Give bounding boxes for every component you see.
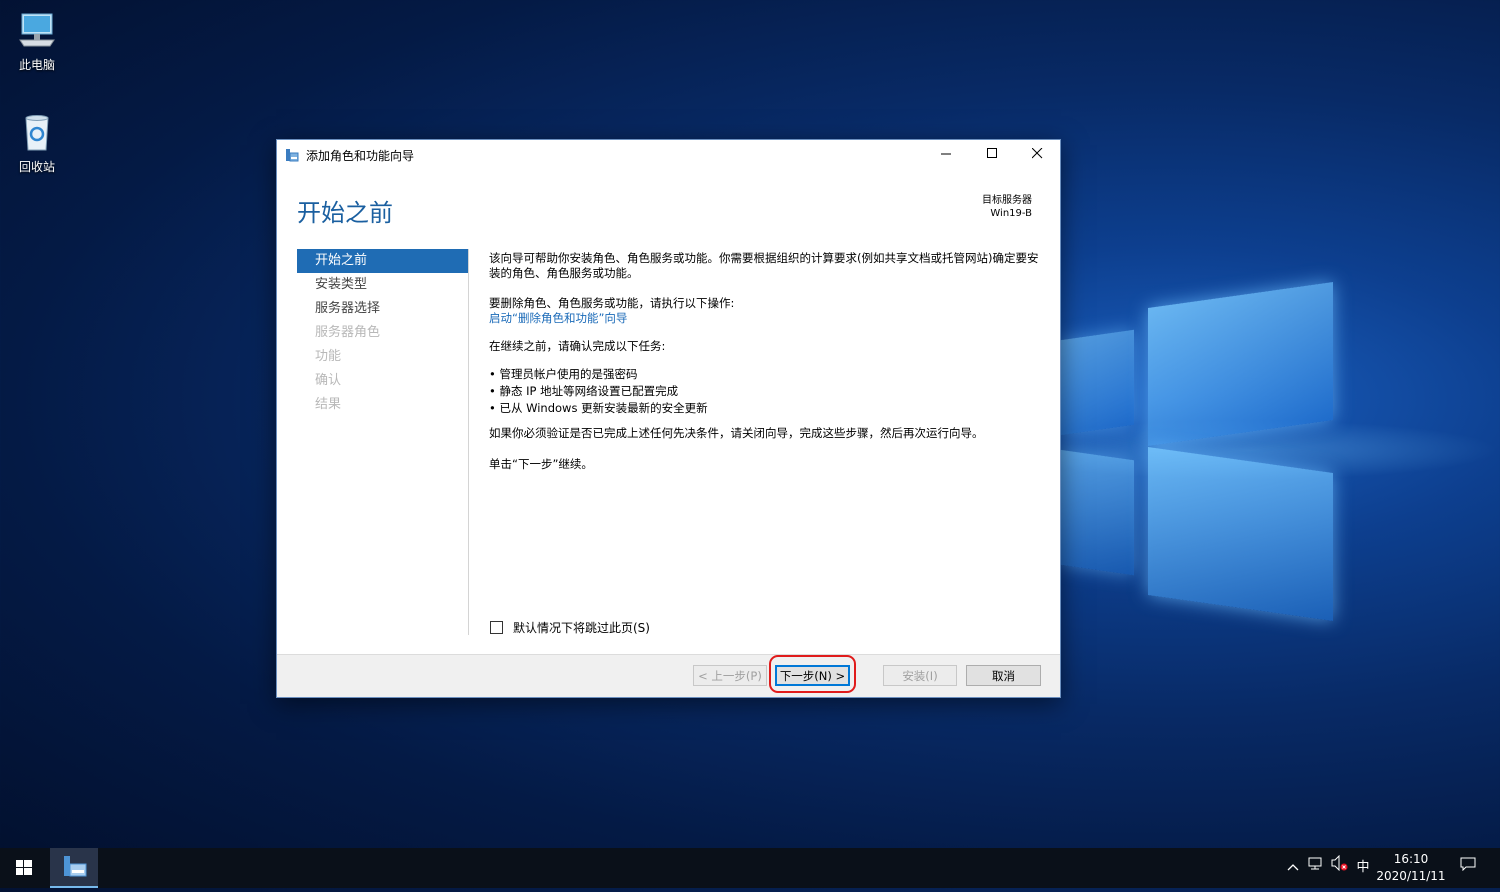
skip-page-label: 默认情况下将跳过此页(S) (513, 621, 650, 635)
install-button[interactable]: 安装(I) (883, 665, 957, 686)
computer-icon (16, 10, 58, 52)
target-server-label: 目标服务器 (982, 195, 1032, 206)
maximize-icon (986, 148, 997, 158)
remove-heading: 要删除角色、角色服务或功能，请执行以下操作: (489, 296, 735, 310)
next-button-highlight (769, 655, 856, 693)
nav-item-before-you-begin[interactable]: 开始之前 (297, 249, 468, 273)
action-center-button[interactable] (1455, 848, 1481, 888)
minimize-icon (940, 153, 951, 155)
add-roles-wizard-window: 添加角色和功能向导 开始之前 目标服务器 Win19-B 开始之前 安装类型 服… (276, 139, 1061, 698)
desktop-icon-this-pc[interactable]: 此电脑 (2, 10, 72, 73)
volume-tray[interactable] (1329, 848, 1351, 888)
show-hidden-icons[interactable] (1283, 848, 1303, 888)
minimize-button[interactable] (923, 140, 969, 168)
volume-muted-icon (1331, 854, 1348, 872)
nav-item-server-roles: 服务器角色 (315, 325, 381, 340)
network-icon (1308, 857, 1322, 870)
prereq-note: 如果你必须验证是否已完成上述任何先决条件，请关闭向导，完成这些步骤，然后再次运行… (489, 426, 984, 440)
wizard-footer: < 上一步(P) 下一步(N) > 安装(I) 取消 (277, 654, 1060, 697)
network-tray[interactable] (1306, 848, 1326, 888)
desktop-icon-recycle-bin[interactable]: 回收站 (2, 112, 72, 175)
task-list: 管理员帐户使用的是强密码 静态 IP 地址等网络设置已配置完成 已从 Windo… (489, 366, 1045, 417)
nav-item-features: 功能 (315, 349, 342, 364)
intro-text: 该向导可帮助你安装角色、角色服务或功能。你需要根据组织的计算要求(例如共享文档或… (489, 251, 1039, 280)
verify-heading: 在继续之前，请确认完成以下任务: (489, 339, 666, 353)
windows-wallpaper-logo (1060, 280, 1340, 625)
page-title: 开始之前 (297, 199, 393, 227)
taskbar-server-manager[interactable] (50, 848, 98, 888)
notification-icon (1460, 857, 1476, 872)
taskbar: 中 16:10 2020/11/11 (0, 848, 1500, 888)
wizard-nav: 开始之前 安装类型 服务器选择 服务器角色 功能 确认 结果 (297, 249, 468, 417)
nav-item-results: 结果 (315, 397, 342, 412)
clock-time: 16:10 (1393, 852, 1429, 866)
remove-roles-link[interactable]: 启动“删除角色和功能”向导 (489, 311, 1045, 326)
nav-item-server-selection[interactable]: 服务器选择 (297, 297, 468, 321)
chevron-up-icon (1287, 864, 1299, 871)
nav-item-installation-type[interactable]: 安装类型 (297, 273, 468, 297)
list-item: 管理员帐户使用的是强密码 (489, 366, 1045, 383)
nav-item-confirmation: 确认 (315, 373, 342, 388)
taskbar-clock[interactable]: 16:10 2020/11/11 (1372, 851, 1450, 885)
list-item: 静态 IP 地址等网络设置已配置完成 (489, 383, 1045, 400)
nav-divider (468, 249, 469, 635)
clock-date: 2020/11/11 (1376, 869, 1446, 883)
target-server-info: 目标服务器 Win19-B (982, 194, 1032, 220)
close-icon (1031, 147, 1042, 159)
window-titlebar[interactable]: 添加角色和功能向导 (277, 140, 1060, 168)
maximize-button[interactable] (969, 140, 1015, 168)
start-button[interactable] (0, 848, 48, 888)
window-title: 添加角色和功能向导 (306, 149, 415, 163)
recycle-bin-icon (16, 112, 58, 154)
server-manager-icon (64, 856, 87, 877)
list-item: 已从 Windows 更新安装最新的安全更新 (489, 400, 1045, 417)
target-server-name: Win19-B (990, 208, 1032, 219)
desktop-icon-label: 此电脑 (18, 58, 55, 72)
continue-note: 单击“下一步”继续。 (489, 457, 593, 471)
desktop-icon-label: 回收站 (18, 160, 55, 174)
ime-indicator[interactable]: 中 (1354, 848, 1372, 888)
close-button[interactable] (1014, 140, 1060, 168)
checkbox-box[interactable] (490, 621, 503, 634)
skip-page-checkbox[interactable]: 默认情况下将跳过此页(S) (490, 619, 650, 636)
windows-start-icon (16, 860, 32, 875)
wizard-content: 该向导可帮助你安装角色、角色服务或功能。你需要根据组织的计算要求(例如共享文档或… (489, 248, 1045, 472)
previous-button[interactable]: < 上一步(P) (693, 665, 767, 686)
server-manager-icon (285, 147, 299, 162)
cancel-button[interactable]: 取消 (966, 665, 1041, 686)
